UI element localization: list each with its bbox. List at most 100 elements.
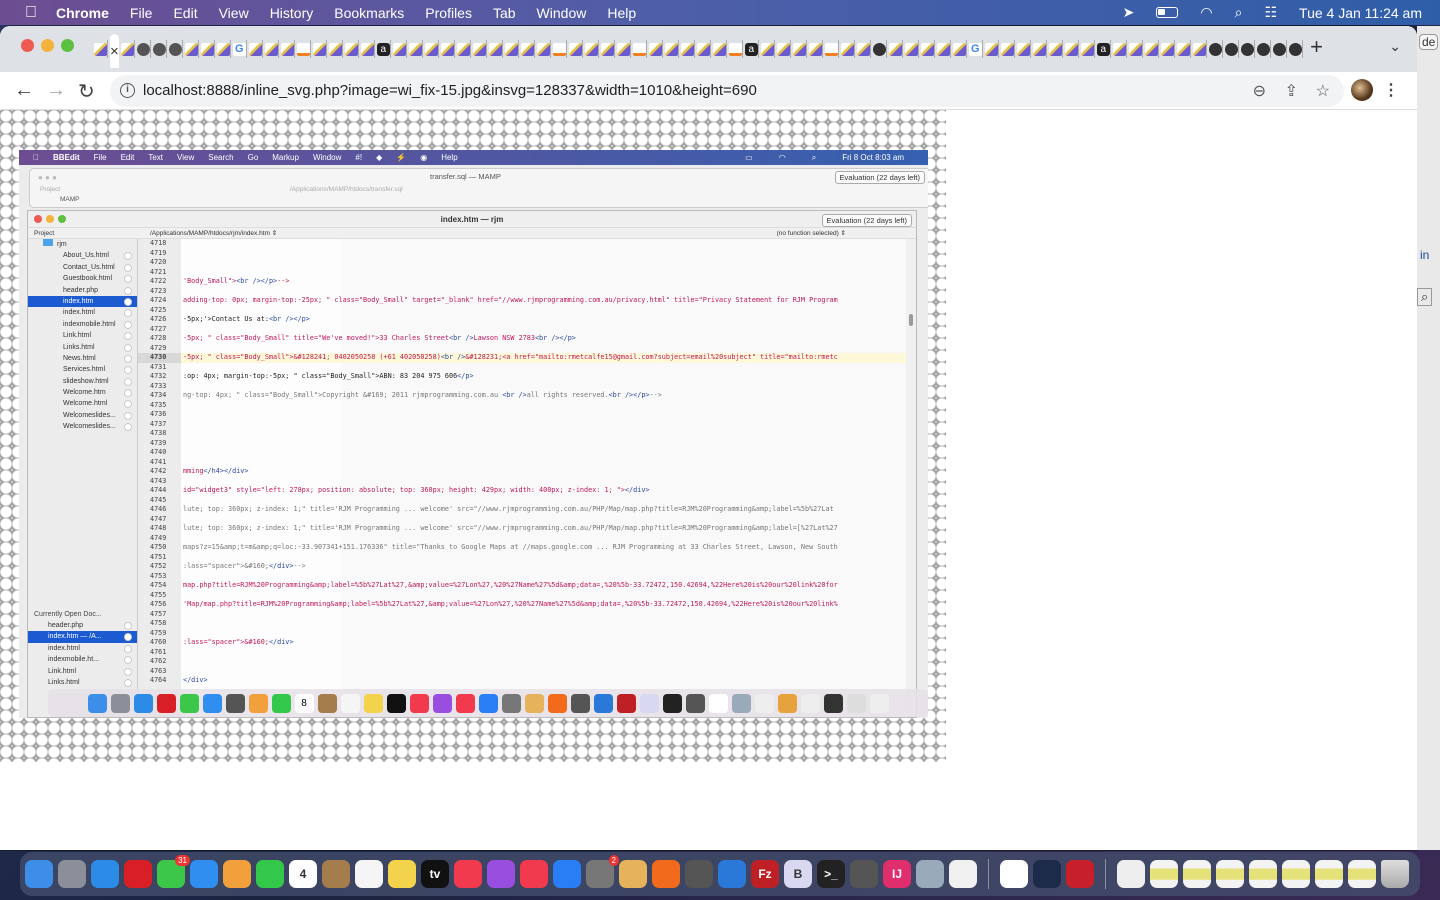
reload-button[interactable]: ↻ (78, 79, 95, 104)
dock-app-messages[interactable]: 31 (157, 855, 190, 888)
tab[interactable] (1048, 40, 1063, 58)
dock-app-contacts[interactable] (322, 860, 350, 888)
dock-app-notes[interactable] (388, 860, 416, 888)
tab[interactable] (1032, 40, 1047, 58)
tab[interactable] (584, 40, 599, 58)
dock-app-apple-tv[interactable]: tv (421, 860, 449, 888)
tab[interactable] (488, 40, 503, 58)
tab[interactable] (664, 40, 679, 58)
dock-app-system-preferences[interactable]: 2 (586, 855, 619, 888)
tab[interactable] (1240, 40, 1255, 58)
tab[interactable] (1128, 40, 1143, 58)
tab[interactable] (424, 40, 439, 58)
dock-app-firefox[interactable] (652, 860, 680, 888)
tab[interactable] (552, 40, 567, 58)
tab[interactable] (696, 40, 711, 58)
location-icon[interactable]: ➤ (1123, 4, 1135, 21)
tab[interactable] (1080, 40, 1095, 58)
dock-app-mail[interactable] (190, 860, 218, 888)
dock-recent-screenshot-1[interactable] (1150, 860, 1178, 888)
dock-app-calendar[interactable]: 4 (289, 860, 317, 888)
tab[interactable] (920, 40, 935, 58)
tab[interactable] (1272, 40, 1287, 58)
menu-app-name[interactable]: Chrome (56, 5, 109, 21)
tab[interactable] (792, 40, 807, 58)
tab[interactable] (264, 40, 279, 58)
tab-active[interactable]: × (110, 34, 119, 68)
battery-icon[interactable] (1156, 7, 1179, 18)
share-icon[interactable]: ⇪ (1285, 81, 1298, 101)
tab[interactable] (312, 40, 327, 58)
new-tab-button[interactable]: + (1310, 34, 1323, 60)
menu-help[interactable]: Help (607, 5, 636, 21)
menu-view[interactable]: View (219, 5, 249, 21)
tab[interactable] (408, 40, 423, 58)
dock-app-preview[interactable] (916, 860, 944, 888)
tab[interactable] (184, 40, 199, 58)
tab[interactable] (824, 40, 839, 58)
close-window-button[interactable] (21, 39, 34, 52)
tab[interactable] (120, 40, 135, 58)
tab[interactable] (152, 40, 167, 58)
tab[interactable] (328, 40, 343, 58)
back-button[interactable]: ← (14, 79, 34, 102)
dock-app-news[interactable] (520, 860, 548, 888)
trash-icon[interactable] (1381, 860, 1409, 888)
dock-app-bbedit[interactable]: B (784, 860, 812, 888)
tab[interactable] (632, 40, 647, 58)
tab[interactable]: a (744, 40, 759, 58)
tab[interactable] (712, 40, 727, 58)
tab[interactable] (1064, 40, 1079, 58)
tab[interactable] (1144, 40, 1159, 58)
tab[interactable] (296, 40, 311, 58)
dock-app-music[interactable] (454, 860, 482, 888)
tab[interactable] (1176, 40, 1191, 58)
tab[interactable] (344, 40, 359, 58)
tab[interactable] (440, 40, 455, 58)
tab[interactable]: G (968, 40, 983, 58)
zoom-out-icon[interactable]: ⊖ (1253, 81, 1266, 101)
dock-recent-screenshot-3[interactable] (1216, 860, 1244, 888)
tab[interactable] (1112, 40, 1127, 58)
tab[interactable] (1160, 40, 1175, 58)
address-bar[interactable]: i localhost:8888/inline_svg.php?image=wi… (110, 75, 1344, 107)
tab[interactable] (520, 40, 535, 58)
tab[interactable]: a (1096, 40, 1111, 58)
dock-recent-screenshot-2[interactable] (1183, 860, 1211, 888)
tab[interactable] (840, 40, 855, 58)
dock-app-podcasts[interactable] (487, 860, 515, 888)
tab-search-chevron-icon[interactable]: ⌄ (1389, 38, 1401, 55)
menu-profiles[interactable]: Profiles (425, 5, 472, 21)
tab[interactable] (568, 40, 583, 58)
minimize-window-button[interactable] (41, 39, 54, 52)
tab[interactable] (1224, 40, 1239, 58)
dock-app-photo-booth[interactable] (1066, 860, 1094, 888)
dock-app-finder[interactable] (25, 860, 53, 888)
tab[interactable] (360, 40, 375, 58)
menu-edit[interactable]: Edit (173, 5, 197, 21)
tab[interactable] (1288, 40, 1303, 58)
tab[interactable] (904, 40, 919, 58)
apple-menu-icon[interactable]:  (20, 4, 42, 22)
tab[interactable] (536, 40, 551, 58)
bookmark-star-icon[interactable]: ☆ (1316, 81, 1330, 101)
tab[interactable] (936, 40, 951, 58)
dock-recent-printer[interactable] (1117, 860, 1145, 888)
dock-app-launchpad[interactable] (58, 860, 86, 888)
spotlight-icon[interactable]: ⌕ (1235, 4, 1243, 21)
tab[interactable] (1016, 40, 1031, 58)
dock-app-photos[interactable] (223, 860, 251, 888)
tab[interactable] (136, 40, 151, 58)
profile-avatar[interactable] (1351, 79, 1373, 101)
menu-bookmarks[interactable]: Bookmarks (334, 5, 404, 21)
tab[interactable] (280, 40, 295, 58)
tab[interactable] (1192, 40, 1207, 58)
dock-app-facetime[interactable] (256, 860, 284, 888)
tab[interactable] (168, 40, 183, 58)
tab[interactable] (648, 40, 663, 58)
menu-history[interactable]: History (270, 5, 314, 21)
site-info-icon[interactable]: i (120, 83, 135, 98)
close-tab-icon[interactable]: × (110, 43, 119, 60)
tab[interactable] (94, 40, 108, 58)
tab[interactable] (1208, 40, 1223, 58)
